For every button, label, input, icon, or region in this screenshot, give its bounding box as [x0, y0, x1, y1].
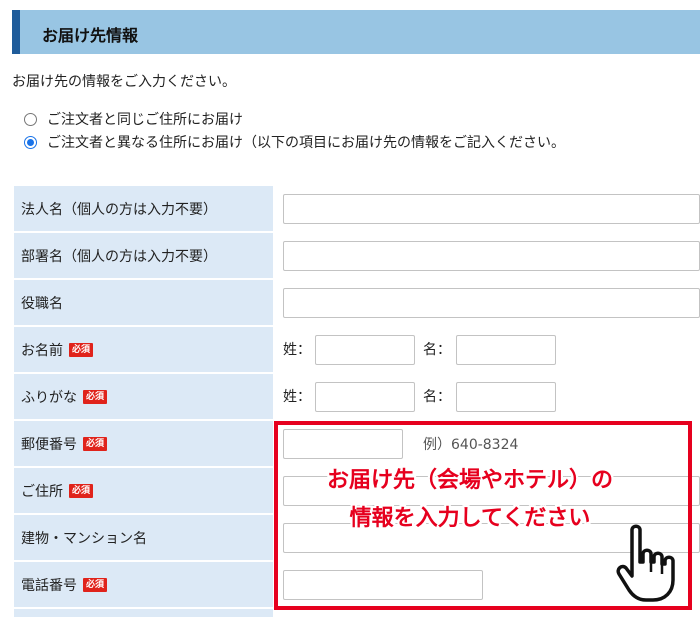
row-field: 姓： 名：	[273, 374, 700, 419]
form-row-position: 役職名	[12, 280, 700, 325]
row-label-text: 法人名（個人の方は入力不要）	[21, 201, 217, 218]
form-row-name: お名前 必須 姓： 名：	[12, 327, 700, 372]
required-badge: 必須	[69, 483, 94, 498]
first-name-label: 名：	[423, 342, 451, 358]
row-label: 郵便番号 必須	[14, 421, 273, 466]
form-row-department: 部署名（個人の方は入力不要）	[12, 233, 700, 278]
row-label-text: お名前	[21, 342, 63, 359]
row-field	[273, 233, 700, 278]
row-field	[273, 186, 700, 231]
row-label-text: ふりがな	[21, 389, 77, 406]
row-label-text: 部署名（個人の方は入力不要）	[21, 248, 217, 265]
form-row-partial	[12, 609, 700, 617]
required-badge: 必須	[83, 436, 108, 451]
form-row-company: 法人名（個人の方は入力不要）	[12, 186, 700, 231]
callout-line-1: お届け先（会場やホテル）の	[326, 468, 613, 493]
callout-line-2: 情報を入力してください	[349, 506, 591, 531]
radio-label: ご注文者と異なる住所にお届け（以下の項目にお届け先の情報をご記入ください。	[47, 135, 565, 151]
required-badge: 必須	[83, 389, 108, 404]
position-input[interactable]	[283, 288, 700, 318]
last-name-kana-input[interactable]	[315, 382, 415, 412]
form-row-furigana: ふりがな 必須 姓： 名：	[12, 374, 700, 419]
radio-button[interactable]	[24, 112, 37, 126]
department-input[interactable]	[283, 241, 700, 271]
row-field: 姓： 名：	[273, 327, 700, 372]
first-name-kana-input[interactable]	[456, 382, 556, 412]
radio-button-checked[interactable]	[24, 135, 37, 149]
radio-label: ご注文者と同じご住所にお届け	[47, 112, 243, 128]
row-label: 電話番号 必須	[14, 562, 273, 607]
first-name-kana-label: 名：	[423, 389, 451, 405]
row-label-text: 郵便番号	[21, 436, 77, 453]
row-label: 部署名（個人の方は入力不要）	[14, 233, 273, 278]
required-badge: 必須	[69, 342, 94, 357]
row-label: 建物・マンション名	[14, 515, 273, 560]
radio-option-different-address[interactable]: ご注文者と異なる住所にお届け（以下の項目にお届け先の情報をご記入ください。	[24, 132, 565, 152]
row-label: 法人名（個人の方は入力不要）	[14, 186, 273, 231]
first-name-input[interactable]	[456, 335, 556, 365]
intro-text: お届け先の情報をご入力ください。	[12, 74, 236, 90]
company-input[interactable]	[283, 194, 700, 224]
row-label-text: 電話番号	[21, 577, 77, 594]
radio-option-same-address[interactable]: ご注文者と同じご住所にお届け	[24, 109, 243, 129]
row-label	[14, 609, 273, 617]
row-label: お名前 必須	[14, 327, 273, 372]
row-label: 役職名	[14, 280, 273, 325]
row-label: ご住所 必須	[14, 468, 273, 513]
last-name-input[interactable]	[315, 335, 415, 365]
row-label-text: ご住所	[21, 483, 63, 500]
row-label-text: 役職名	[21, 295, 63, 312]
section-header: お届け先情報	[12, 10, 700, 54]
row-field	[273, 280, 700, 325]
section-title: お届け先情報	[42, 26, 139, 45]
row-label: ふりがな 必須	[14, 374, 273, 419]
required-badge: 必須	[83, 577, 108, 592]
pointing-hand-icon	[616, 524, 675, 602]
last-name-label: 姓：	[283, 342, 311, 358]
last-name-kana-label: 姓：	[283, 389, 311, 405]
row-label-text: 建物・マンション名	[21, 530, 147, 547]
